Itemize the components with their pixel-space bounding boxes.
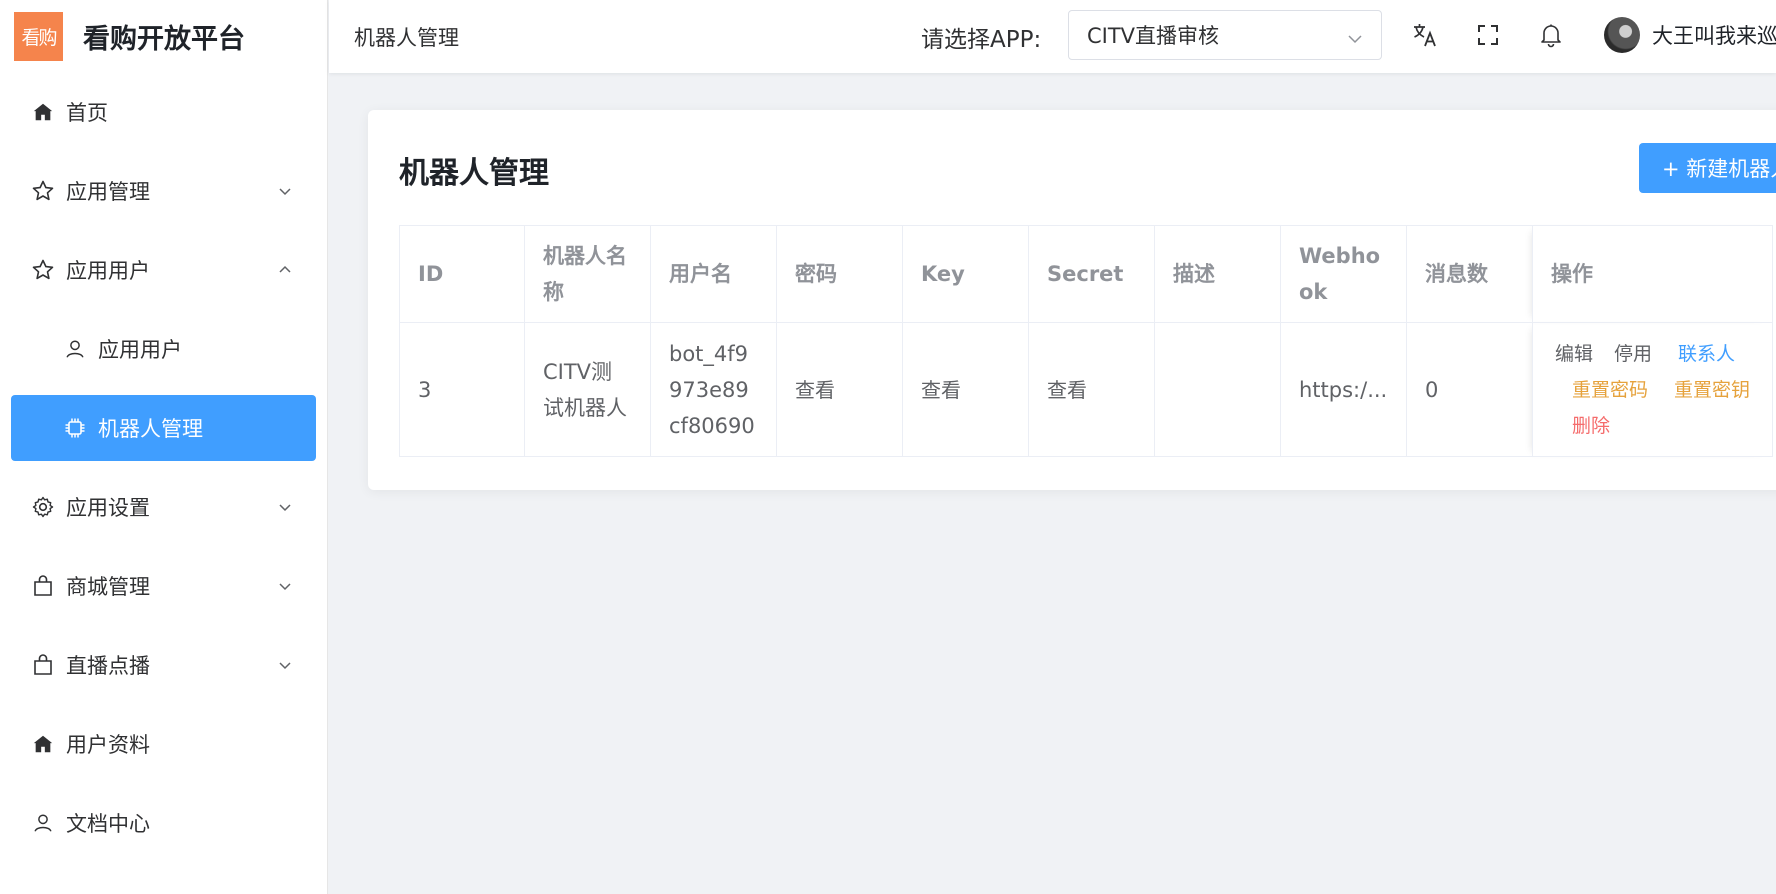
- fullscreen-icon[interactable]: [1473, 20, 1503, 50]
- chevron-down-icon: [277, 499, 293, 515]
- table-row: 3 CITV测试机器人 bot_4f9973e89cf80690 查看 查看 查…: [399, 322, 1773, 457]
- cell-description: [1154, 322, 1281, 457]
- chip-icon: [62, 415, 88, 441]
- sidebar-item-docs[interactable]: 文档中心: [0, 783, 327, 862]
- cell-webhook: https:/...: [1280, 322, 1407, 457]
- sidebar-item-label: 应用管理: [66, 179, 150, 204]
- sidebar-menu: 首页 应用管理 应用用户 应用用户 机器人管理 应用设置 商城管理 直播点播 用…: [0, 72, 327, 862]
- view-password-link[interactable]: 查看: [795, 378, 835, 402]
- new-robot-button[interactable]: + 新建机器人: [1639, 143, 1776, 193]
- chevron-down-icon: [277, 657, 293, 673]
- delete-button[interactable]: 删除: [1572, 408, 1610, 444]
- cell-robot-name: CITV测试机器人: [524, 322, 651, 457]
- home-icon: [30, 99, 56, 125]
- sidebar-item-label: 文档中心: [66, 811, 150, 836]
- robot-table: ID 机器人名称 用户名 密码 Key Secret 描述 Webhook 消息…: [399, 225, 1773, 457]
- home-icon: [30, 731, 56, 757]
- brand-title: 看购开放平台: [83, 23, 245, 55]
- column-header: 用户名: [650, 225, 777, 323]
- column-header: Secret: [1028, 225, 1155, 323]
- breadcrumb[interactable]: 机器人管理: [354, 22, 459, 52]
- column-header: 操作: [1532, 225, 1773, 323]
- username[interactable]: 大王叫我来巡山: [1652, 20, 1776, 50]
- sidebar: 看购 看购开放平台 首页 应用管理 应用用户 应用用户 机器人管理 应用设置 商…: [0, 0, 328, 894]
- sidebar-item-label: 商城管理: [66, 574, 150, 599]
- sidebar-item-label: 应用用户: [66, 258, 150, 283]
- avatar[interactable]: [1604, 17, 1640, 53]
- view-key-link[interactable]: 查看: [921, 378, 961, 402]
- cell-password: 查看: [776, 322, 903, 457]
- sidebar-subitem-app-users[interactable]: 应用用户: [0, 309, 327, 388]
- sidebar-item-app-settings[interactable]: 应用设置: [0, 467, 327, 546]
- chevron-down-icon: [277, 183, 293, 199]
- column-header: 消息数: [1406, 225, 1533, 323]
- reset-secret-button[interactable]: 重置密钥: [1674, 372, 1750, 408]
- robot-management-card: 机器人管理 + 新建机器人 ID 机器人名称 用户名 密码 Key Secret…: [368, 110, 1776, 490]
- edit-button[interactable]: 编辑: [1555, 336, 1593, 372]
- table-header-row: ID 机器人名称 用户名 密码 Key Secret 描述 Webhook 消息…: [399, 225, 1773, 323]
- cell-key: 查看: [902, 322, 1029, 457]
- user-icon: [30, 810, 56, 836]
- cell-message-count: 0: [1406, 322, 1533, 457]
- bell-icon[interactable]: [1536, 20, 1566, 50]
- sidebar-item-app-management[interactable]: 应用管理: [0, 151, 327, 230]
- app-select-label: 请选择APP:: [921, 26, 1042, 53]
- sidebar-item-label: 直播点播: [66, 653, 150, 678]
- page-title: 机器人管理: [399, 156, 549, 191]
- gear-icon: [30, 494, 56, 520]
- column-header: 机器人名称: [524, 225, 651, 323]
- bag-icon: [30, 573, 56, 599]
- column-header: 密码: [776, 225, 903, 323]
- chevron-up-icon: [277, 262, 293, 278]
- star-icon: [30, 257, 56, 283]
- sidebar-item-label: 应用用户: [98, 337, 182, 362]
- reset-password-button[interactable]: 重置密码: [1572, 372, 1648, 408]
- column-header: Webhook: [1280, 225, 1407, 323]
- cell-username: bot_4f9973e89cf80690: [650, 322, 777, 457]
- sidebar-item-user-profile[interactable]: 用户资料: [0, 704, 327, 783]
- top-header: 机器人管理 请选择APP: CITV直播审核 大王叫我来巡山: [329, 0, 1776, 73]
- user-icon: [62, 336, 88, 362]
- sidebar-active-wrapper: 机器人管理: [0, 388, 327, 467]
- star-icon: [30, 178, 56, 204]
- sidebar-item-mall-management[interactable]: 商城管理: [0, 546, 327, 625]
- cell-id: 3: [399, 322, 525, 457]
- bag-icon: [30, 652, 56, 678]
- sidebar-item-app-users[interactable]: 应用用户: [0, 230, 327, 309]
- app-select[interactable]: CITV直播审核: [1068, 10, 1382, 60]
- sidebar-item-label: 首页: [66, 100, 108, 125]
- column-header: ID: [399, 225, 525, 323]
- sidebar-item-label: 用户资料: [66, 732, 150, 757]
- chevron-down-icon: [1347, 28, 1363, 44]
- cell-actions: 编辑 停用 联系人 重置密码 重置密钥 删除: [1532, 322, 1773, 457]
- cell-secret: 查看: [1028, 322, 1155, 457]
- view-secret-link[interactable]: 查看: [1047, 378, 1087, 402]
- disable-button[interactable]: 停用: [1614, 336, 1652, 372]
- chevron-down-icon: [277, 578, 293, 594]
- column-header: 描述: [1154, 225, 1281, 323]
- sidebar-item-home[interactable]: 首页: [0, 72, 327, 151]
- sidebar-item-label: 机器人管理: [98, 416, 203, 441]
- column-header: Key: [902, 225, 1029, 323]
- contacts-button[interactable]: 联系人: [1678, 336, 1735, 372]
- brand: 看购 看购开放平台: [0, 0, 327, 72]
- sidebar-item-label: 应用设置: [66, 495, 150, 520]
- app-logo: 看购: [14, 11, 63, 61]
- app-select-value: CITV直播审核: [1087, 24, 1220, 48]
- sidebar-subitem-robot-management[interactable]: 机器人管理: [11, 394, 316, 461]
- sidebar-item-live-vod[interactable]: 直播点播: [0, 625, 327, 704]
- translate-icon[interactable]: [1410, 20, 1440, 50]
